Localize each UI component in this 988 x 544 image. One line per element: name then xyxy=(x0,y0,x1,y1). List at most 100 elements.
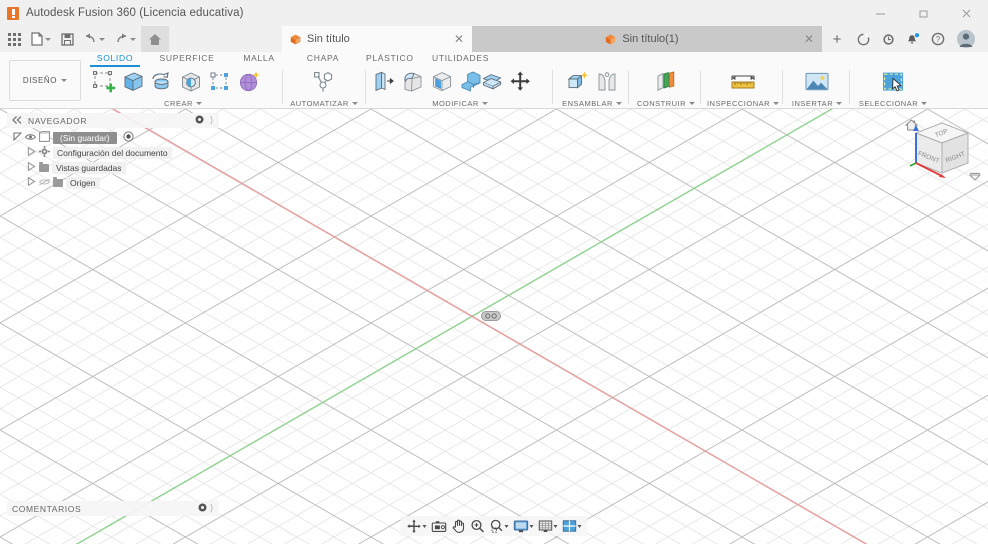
ribbon-tab-plastico[interactable]: PLÁSTICO xyxy=(356,52,422,66)
chevron-down-icon xyxy=(615,101,622,105)
folder-icon xyxy=(39,161,49,172)
look-at-icon[interactable] xyxy=(430,516,449,536)
tree-item-origin[interactable]: Origen xyxy=(7,175,219,190)
comments-title: COMENTARIOS xyxy=(12,503,82,514)
notifications-icon[interactable] xyxy=(900,26,926,52)
chevron-down-icon xyxy=(577,524,582,528)
document-tab-0[interactable]: Sin título ✕ xyxy=(282,26,472,52)
collapsed-arrow-icon[interactable] xyxy=(27,161,36,173)
hole-icon[interactable] xyxy=(177,67,205,97)
panel-separator xyxy=(700,70,701,104)
tree-item-label-origin: Origen xyxy=(66,176,100,189)
expanded-arrow-icon[interactable] xyxy=(13,132,23,143)
construction-plane-icon[interactable] xyxy=(652,67,680,97)
display-settings-icon[interactable] xyxy=(512,516,536,536)
ribbon-panel-construir-label[interactable]: CONSTRUIR xyxy=(632,97,700,109)
view-cube[interactable]: TOP FRONT RIGHT xyxy=(900,111,984,195)
panel-separator xyxy=(782,70,783,104)
new-tab-button[interactable]: + xyxy=(826,26,848,52)
origin-point-icon[interactable] xyxy=(481,309,501,327)
select-icon[interactable] xyxy=(879,67,907,97)
fusion360-window: Autodesk Fusion 360 (Licencia educativa) xyxy=(0,0,988,544)
collapsed-arrow-icon[interactable] xyxy=(27,146,36,158)
ribbon-panel-ensamblar-label[interactable]: ENSAMBLAR xyxy=(556,97,628,109)
tree-item-document-settings[interactable]: Configuración del documento xyxy=(7,145,219,160)
panel-settings-icon[interactable] xyxy=(195,115,204,126)
ribbon-panel-inspeccionar: INSPECCIONAR xyxy=(704,66,782,109)
account-avatar-icon[interactable] xyxy=(952,26,980,52)
ribbon-panel-automatizar-label[interactable]: AUTOMATIZAR xyxy=(286,97,362,109)
close-icon[interactable]: ✕ xyxy=(804,33,814,45)
ribbon-panel-inspeccionar-label[interactable]: INSPECCIONAR xyxy=(704,97,782,109)
ribbon-tab-label: SUPERFICE xyxy=(159,53,215,63)
close-icon[interactable]: ✕ xyxy=(440,33,464,45)
joint-icon[interactable] xyxy=(593,67,621,97)
ribbon-tab-label: SOLIDO xyxy=(96,53,134,63)
ribbon-panel-seleccionar: SELECCIONAR xyxy=(853,66,933,109)
panel-resize-handle[interactable]: ⟩ xyxy=(210,503,214,514)
tree-item-label-saved-views: Vistas guardadas xyxy=(52,161,126,174)
viewports-icon[interactable] xyxy=(561,516,584,536)
panel-separator xyxy=(849,70,850,104)
new-component-icon[interactable] xyxy=(564,67,592,97)
document-tab-1[interactable]: Sin título(1) ✕ xyxy=(472,26,822,52)
close-button[interactable] xyxy=(945,0,988,26)
viewcube-menu-icon xyxy=(968,172,982,181)
create-sketch-icon[interactable] xyxy=(90,67,118,97)
ribbon-panel-modificar-extra-tools xyxy=(476,66,550,97)
panel-separator xyxy=(282,70,283,104)
job-status-icon[interactable] xyxy=(850,26,876,52)
pan-icon[interactable] xyxy=(450,516,468,536)
ribbon-panel-crear-tools xyxy=(88,66,278,97)
ribbon-tab-superfice[interactable]: SUPERFICE xyxy=(146,52,228,66)
ribbon-tab-chapa[interactable]: CHAPA xyxy=(290,52,356,66)
fillet-icon[interactable] xyxy=(399,67,427,97)
design-canvas[interactable]: NAVEGADOR ⟩ (Sin guardar) Configuración … xyxy=(0,109,988,544)
recent-icon[interactable] xyxy=(875,26,901,52)
comments-panel[interactable]: COMENTARIOS ⟩ xyxy=(7,501,219,516)
shell-icon[interactable] xyxy=(428,67,456,97)
activate-radio-icon[interactable] xyxy=(123,131,134,144)
automate-icon[interactable] xyxy=(310,67,338,97)
tree-item-saved-views[interactable]: Vistas guardadas xyxy=(7,160,219,175)
create-form-icon[interactable] xyxy=(235,67,263,97)
grid-snaps-icon[interactable] xyxy=(537,516,560,536)
chevron-down-icon xyxy=(195,101,202,105)
chevron-down-icon xyxy=(689,101,696,105)
zoom-icon[interactable] xyxy=(469,516,487,536)
ribbon-tab-label: MALLA xyxy=(243,53,275,63)
svg-text:?: ? xyxy=(936,35,941,44)
ribbon-panel-automatizar-tools xyxy=(286,66,362,97)
collapse-left-icon[interactable] xyxy=(12,115,22,126)
insert-image-icon[interactable] xyxy=(803,67,831,97)
workspace-selector-label: DISEÑO xyxy=(22,76,58,85)
measure-icon[interactable] xyxy=(729,67,757,97)
ribbon-tab-label: UTILIDADES xyxy=(432,53,490,63)
maximize-button[interactable] xyxy=(902,0,945,26)
collapsed-arrow-icon[interactable] xyxy=(27,176,36,188)
ribbon-panel-insertar-tools xyxy=(786,66,848,97)
minimize-button[interactable] xyxy=(859,0,902,26)
panel-settings-icon[interactable] xyxy=(198,503,207,514)
ribbon-panel-seleccionar-label[interactable]: SELECCIONAR xyxy=(853,97,933,109)
fit-icon[interactable] xyxy=(488,516,511,536)
eye-hidden-icon[interactable] xyxy=(38,178,51,188)
eye-icon[interactable] xyxy=(24,133,37,143)
orbit-icon[interactable] xyxy=(405,516,429,536)
scale-icon[interactable] xyxy=(478,67,506,97)
pattern-icon[interactable] xyxy=(206,67,234,97)
ribbon-tab-solido[interactable]: SOLIDO xyxy=(84,52,146,67)
extrude-icon[interactable] xyxy=(119,67,147,97)
press-pull-icon[interactable] xyxy=(370,67,398,97)
ribbon-panel-crear-label[interactable]: CREAR xyxy=(88,97,278,109)
help-icon[interactable]: ? xyxy=(925,26,951,52)
workspace-selector[interactable]: DISEÑO xyxy=(9,60,81,101)
ribbon-panel-insertar-label[interactable]: INSERTAR xyxy=(786,97,848,109)
ribbon-tab-label: CHAPA xyxy=(306,53,340,63)
ribbon-tab-utilidades[interactable]: UTILIDADES xyxy=(422,52,498,66)
panel-resize-handle[interactable]: ⟩ xyxy=(210,115,214,126)
revolve-icon[interactable] xyxy=(148,67,176,97)
ribbon-tab-malla[interactable]: MALLA xyxy=(228,52,290,66)
tree-item-root[interactable]: (Sin guardar) xyxy=(7,130,219,145)
move-copy-icon[interactable] xyxy=(507,67,535,97)
